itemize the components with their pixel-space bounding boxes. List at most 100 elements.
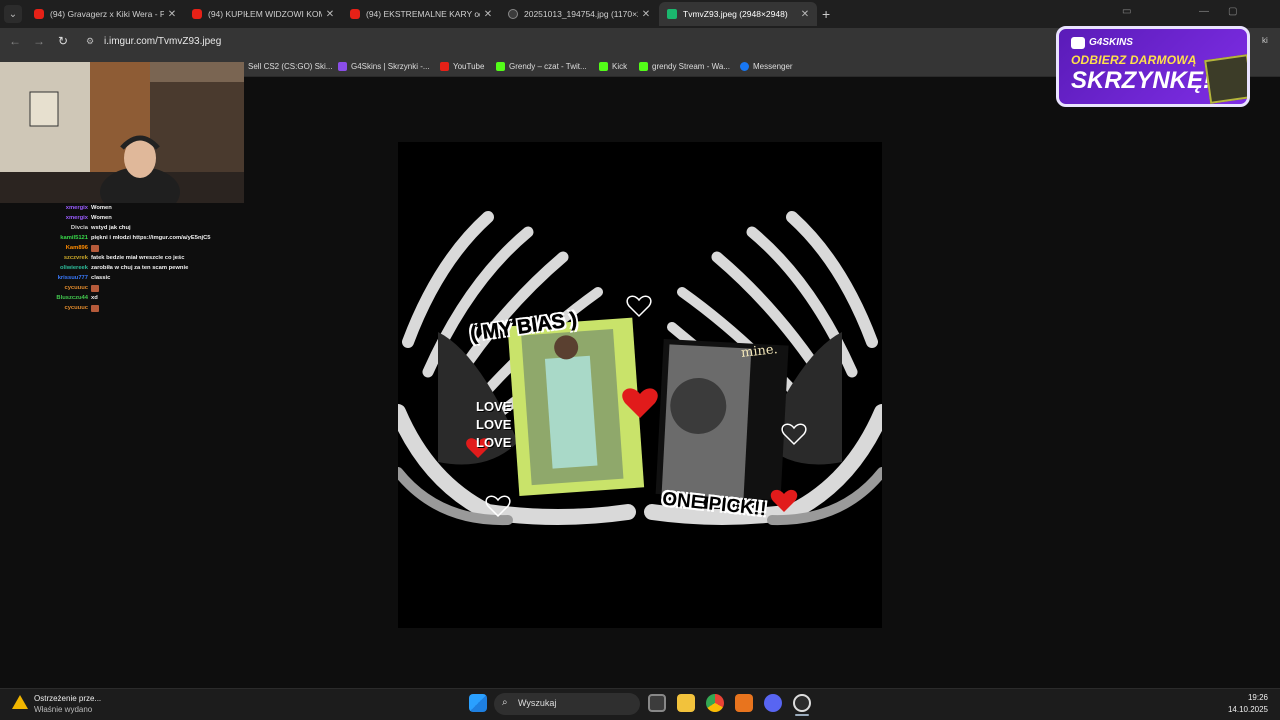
chat-message: xmergix Women — [0, 205, 244, 215]
kick-icon — [496, 61, 505, 71]
streamer-webcam — [0, 62, 244, 203]
chat-username[interactable]: xmergix — [66, 205, 88, 211]
g4skins-ad-overlay[interactable]: G4SKINS ODBIERZ DARMOWĄ SKRZYNKĘ! — [1056, 26, 1250, 107]
love-word: LOVE — [476, 417, 512, 432]
maximize-icon[interactable]: ▢ — [1228, 6, 1237, 17]
bookmark-youtube[interactable]: YouTube — [440, 59, 484, 73]
chat-text: Women — [91, 215, 112, 221]
clock-date[interactable]: 14.10.2025 — [1216, 705, 1268, 714]
chat-username[interactable]: krissuu777 — [58, 275, 88, 281]
task-view-icon[interactable] — [648, 694, 666, 712]
bookmark-label: Sell CS2 (CS:GO) Ski... — [248, 61, 333, 71]
ad-line-2: SKRZYNKĘ! — [1071, 67, 1212, 94]
kick-icon — [639, 61, 648, 71]
chat-username[interactable]: xmergix — [66, 215, 88, 221]
site-info-icon[interactable]: ⚙ — [86, 36, 98, 48]
bookmark-kick[interactable]: Kick — [599, 59, 627, 73]
bookmark-label: Grendy – czat - Twit... — [509, 61, 587, 71]
webcam-feed — [0, 62, 244, 203]
chat-message: kamil5121 piękni i młodzi https://imgur.c… — [0, 235, 244, 245]
chat-text: Women — [91, 205, 112, 211]
tab-5-active[interactable]: TvmvZ93.jpeg (2948×2948) ✕ — [659, 2, 817, 26]
chat-message: Divcia wstyd jak chuj — [0, 225, 244, 235]
tab-1[interactable]: (94) Gravagerz x Kiki Wera - Po ✕ — [26, 2, 184, 26]
chat-username[interactable]: Kam896 — [66, 245, 88, 251]
new-tab-button[interactable]: + — [822, 6, 830, 22]
forward-icon[interactable]: → — [31, 6, 47, 48]
bookmark-g4skins[interactable]: G4Skins | Skrzynki -... — [338, 59, 430, 73]
notification-subtitle[interactable]: Właśnie wydano — [34, 705, 92, 714]
chat-message: cycuuuc — [0, 305, 244, 315]
messenger-icon — [740, 61, 749, 71]
youtube-icon — [192, 9, 202, 19]
emote-icon — [91, 285, 99, 292]
windows-start-icon[interactable] — [469, 694, 487, 712]
chat-text — [91, 285, 99, 292]
bookmark-label: YouTube — [453, 61, 485, 71]
close-tab-icon[interactable]: ✕ — [797, 9, 813, 20]
clock-time[interactable]: 19:26 — [1226, 693, 1268, 702]
tab-4[interactable]: 20251013_194754.jpg (1170×2 ✕ — [500, 2, 658, 26]
chat-username[interactable]: kamil5121 — [60, 235, 88, 241]
address-bar[interactable] — [80, 32, 1060, 52]
reload-icon[interactable]: ↻ — [55, 34, 71, 50]
tab-title: (94) KUPIŁEM WIDZOWI KOMP — [208, 9, 322, 19]
bookmark-messenger[interactable]: Messenger — [740, 59, 793, 73]
image-icon — [508, 9, 518, 19]
chrome-icon[interactable] — [706, 694, 724, 712]
bookmark-overflow[interactable]: ki — [1262, 36, 1268, 45]
cast-icon[interactable]: ▭ — [1122, 6, 1131, 17]
chat-text: classic — [91, 275, 111, 281]
imgur-icon — [667, 9, 677, 19]
chat-username[interactable]: oliwiereek — [60, 265, 88, 271]
search-icon: ⌕ — [502, 697, 508, 708]
vlc-icon[interactable] — [735, 694, 753, 712]
tab-title: (94) Gravagerz x Kiki Wera - Po — [50, 9, 164, 19]
tab-title: 20251013_194754.jpg (1170×2 — [524, 9, 638, 19]
love-word: LOVE — [476, 399, 512, 414]
tab-title: (94) EKSTREMALNE KARY od B — [366, 9, 480, 19]
taskbar-search[interactable]: ⌕ Wyszukaj — [494, 693, 640, 715]
tab-2[interactable]: (94) KUPIŁEM WIDZOWI KOMP ✕ — [184, 2, 342, 26]
skeleton-hands-heart-graphic — [398, 142, 882, 628]
love-caption: LOVE LOVE LOVE — [476, 398, 511, 452]
bookmark-grendy-stream[interactable]: grendy Stream - Wa... — [639, 59, 730, 73]
chat-message: Bluszczu44 xd — [0, 295, 244, 305]
close-tab-icon[interactable]: ✕ — [164, 9, 180, 20]
chat-username[interactable]: Divcia — [71, 225, 88, 231]
chat-message: oliwiereek zarobiła w chuj za ten scam pe… — [0, 265, 244, 275]
crate-icon — [1204, 54, 1247, 104]
close-tab-icon[interactable]: ✕ — [480, 9, 496, 20]
back-icon[interactable]: ← — [7, 6, 23, 48]
emote-icon — [91, 305, 99, 312]
chat-text: piękni i młodzi https://imgur.com/a/yE5n… — [91, 235, 211, 241]
viewed-image[interactable]: ( MY BIAS ) LOVE LOVE LOVE mine. ONE PIC… — [398, 142, 882, 628]
chat-text — [91, 305, 99, 312]
emote-icon — [91, 245, 99, 252]
search-placeholder: Wyszukaj — [518, 698, 557, 708]
discord-icon[interactable] — [764, 694, 782, 712]
chat-text: zarobiła w chuj za ten scam pewnie — [91, 265, 189, 271]
chat-text: xd — [91, 295, 98, 301]
bookmark-grendy-czat[interactable]: Grendy – czat - Twit... — [496, 59, 587, 73]
notification-title[interactable]: Ostrzeżenie prze... — [34, 694, 101, 703]
file-explorer-icon[interactable] — [677, 694, 695, 712]
obs-icon[interactable] — [793, 694, 811, 712]
person-figure-left — [544, 355, 598, 469]
bookmark-label: Messenger — [753, 61, 793, 71]
close-tab-icon[interactable]: ✕ — [638, 9, 654, 20]
chat-text: fatek bedzie miał wreszcie co jeśc — [91, 255, 185, 261]
chat-text — [91, 245, 99, 252]
chat-username[interactable]: Bluszczu44 — [56, 295, 88, 301]
bookmark-sell-cs2[interactable]: Sell CS2 (CS:GO) Ski... — [235, 59, 332, 73]
chat-username[interactable]: szczvrek — [64, 255, 88, 261]
chat-username[interactable]: cycuuuc — [64, 305, 88, 311]
chat-username[interactable]: cycuuuc — [64, 285, 88, 291]
chat-text: wstyd jak chuj — [91, 225, 131, 231]
minimize-icon[interactable]: — — [1199, 6, 1209, 17]
g4skins-logo-icon — [1071, 37, 1085, 49]
tab-3[interactable]: (94) EKSTREMALNE KARY od B ✕ — [342, 2, 500, 26]
kick-icon — [599, 61, 608, 71]
url-text[interactable]: i.imgur.com/TvmvZ93.jpeg — [104, 36, 221, 47]
close-tab-icon[interactable]: ✕ — [322, 9, 338, 20]
